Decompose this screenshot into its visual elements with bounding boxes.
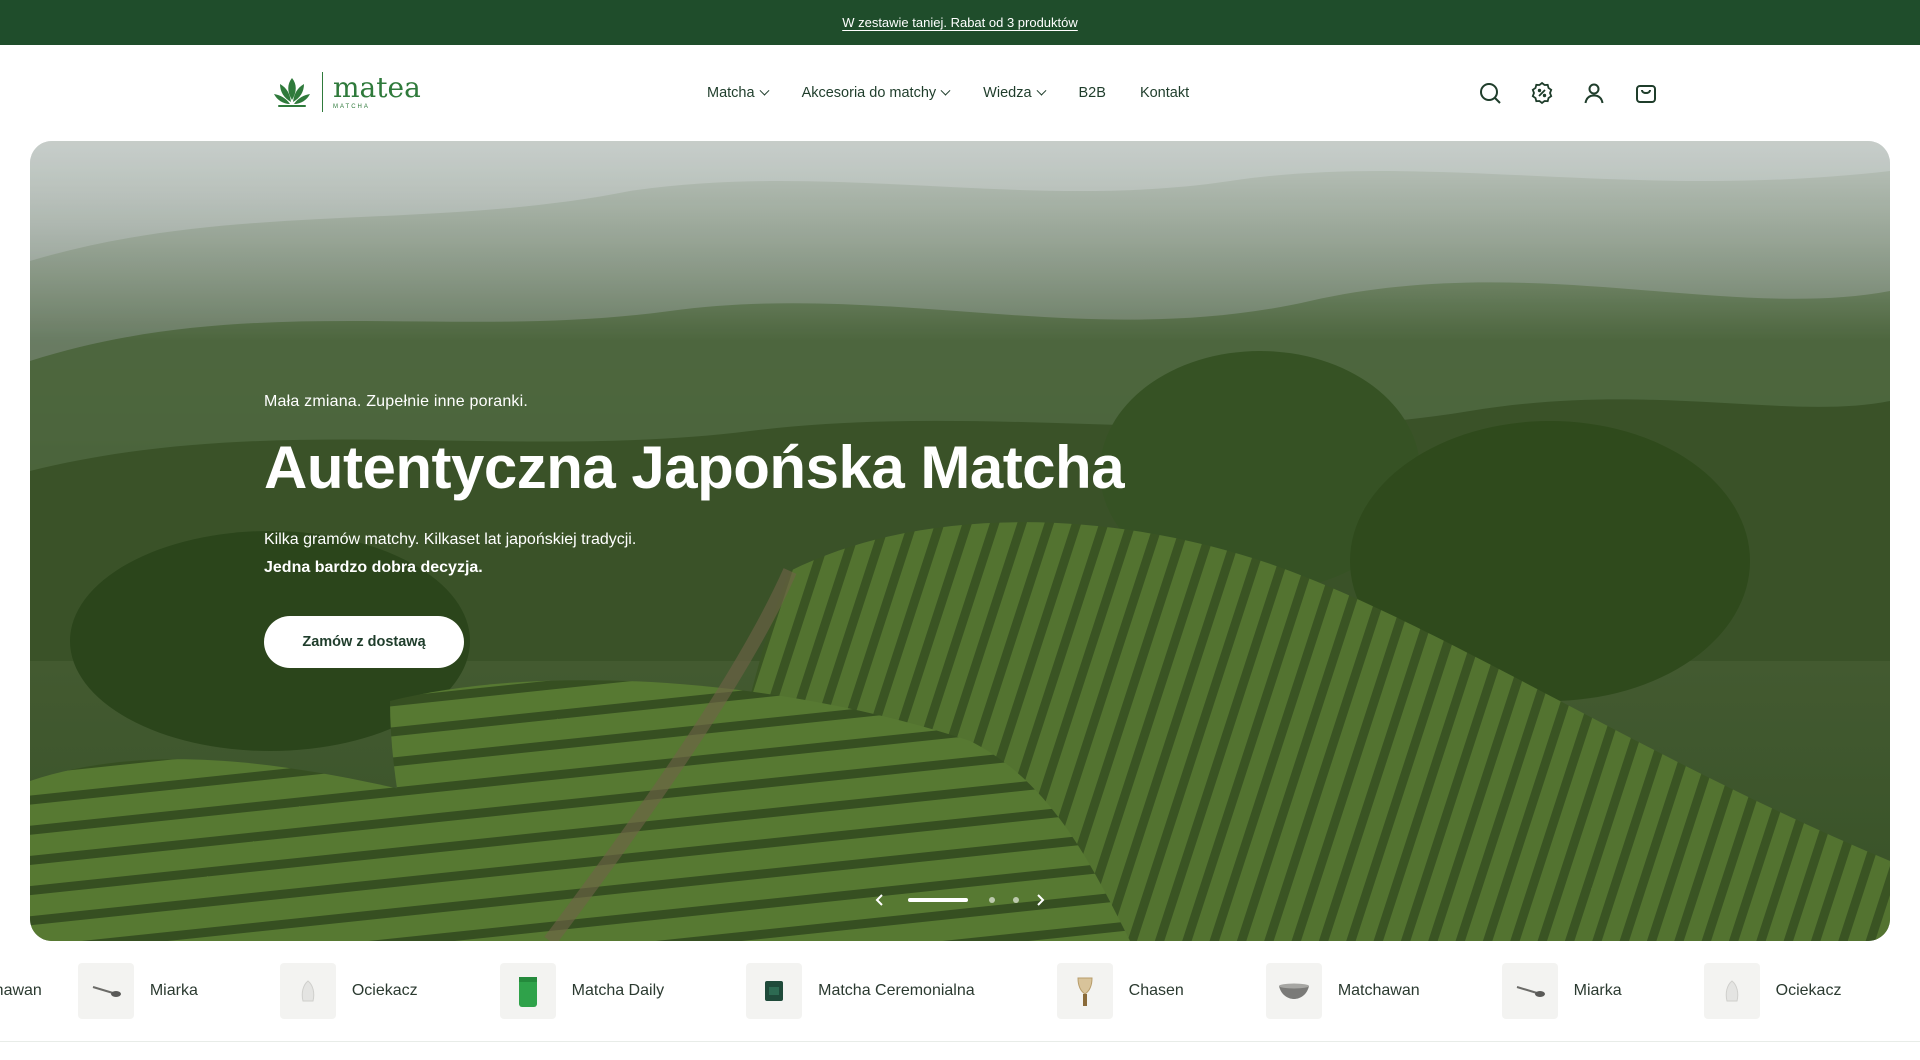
product-label: Matcha Ceremonialna (818, 982, 975, 999)
hero-description: Kilka gramów matchy. Kilkaset lat japońs… (264, 526, 1264, 582)
nav-item-wiedza[interactable]: Wiedza (983, 85, 1046, 101)
chevron-right-icon (1037, 894, 1045, 906)
logo-subtitle: MATCHA (333, 104, 370, 110)
product-label: Matchawan (1337, 982, 1420, 999)
nav-item-label: Matcha (707, 85, 755, 101)
next-slide-button[interactable] (1028, 888, 1052, 912)
product-item[interactable]: Matchawan (1265, 963, 1420, 1019)
product-label: Matchawan (0, 982, 42, 999)
logo[interactable]: matea MATCHA (272, 69, 421, 115)
product-label: Matcha Daily (571, 982, 665, 999)
product-item[interactable]: Miarka (77, 963, 198, 1019)
leaf-logo-icon (274, 78, 310, 107)
nav-item-matcha[interactable]: Matcha (707, 85, 770, 101)
slide-dot-active[interactable] (908, 898, 968, 902)
cart-button[interactable] (1631, 78, 1661, 108)
product-label: Miarka (149, 982, 198, 999)
hero-eyebrow: Mała zmiana. Zupełnie inne poranki. (264, 393, 529, 410)
announcement-link[interactable]: W zestawie taniej. Rabat od 3 produktów (842, 15, 1078, 30)
chevron-down-icon (759, 85, 770, 96)
nav-item-b2b[interactable]: B2B (1079, 85, 1106, 101)
site-header: matea MATCHA Matcha Akcesoria do matchy … (0, 45, 1920, 141)
discount-button[interactable] (1527, 78, 1557, 108)
search-icon (1480, 83, 1501, 104)
hero-text-line: Kilka gramów matchy. Kilkaset lat japońs… (264, 531, 637, 548)
chevron-down-icon (940, 85, 951, 96)
product-marquee: Matchawan Miarka Ociekacz Matcha Daily M… (0, 941, 1920, 1042)
prev-slide-button[interactable] (868, 888, 892, 912)
product-item[interactable]: Miarka (1501, 963, 1622, 1019)
product-item[interactable]: Chasen (1056, 963, 1184, 1019)
logo-separator (322, 72, 323, 112)
chevron-left-icon (875, 894, 883, 906)
cart-icon (1636, 85, 1656, 103)
product-item[interactable]: Matchawan (0, 963, 42, 1019)
product-label: Ociekacz (351, 982, 418, 999)
chevron-down-icon (1036, 85, 1046, 96)
product-label: Ociekacz (1775, 982, 1842, 999)
hero-banner: Mała zmiana. Zupełnie inne poranki. Aute… (30, 141, 1890, 941)
bowl-icon (1265, 963, 1322, 1019)
nav-item-label: Kontakt (1139, 85, 1190, 101)
scoop-icon (77, 963, 134, 1019)
product-label: Miarka (1573, 982, 1622, 999)
product-item[interactable]: Matcha Daily (499, 963, 665, 1019)
nav-item-akcesoria[interactable]: Akcesoria do matchy (801, 85, 951, 101)
hero-content: Mała zmiana. Zupełnie inne poranki. Aute… (264, 393, 1264, 668)
search-button[interactable] (1475, 78, 1505, 108)
nav-item-label: Akcesoria do matchy (801, 85, 937, 101)
whisk-holder-icon (279, 963, 336, 1019)
product-item[interactable]: Matcha Ceremonialna (746, 963, 975, 1019)
product-label: Chasen (1128, 982, 1184, 999)
discount-badge-icon (1531, 81, 1553, 105)
slide-dot[interactable] (1013, 897, 1019, 903)
whisk-holder-icon (1703, 963, 1760, 1019)
logo-text: matea MATCHA (333, 71, 421, 111)
header-icons (1475, 45, 1683, 141)
slider-controls (30, 888, 1890, 912)
announcement-bar: W zestawie taniej. Rabat od 3 produktów (0, 0, 1920, 45)
nav-item-label: Wiedza (983, 85, 1032, 101)
main-nav: Matcha Akcesoria do matchy Wiedza B2B Ko… (707, 45, 1223, 141)
nav-item-kontakt[interactable]: Kontakt (1140, 85, 1189, 101)
product-track: Matchawan Miarka Ociekacz Matcha Daily M… (0, 963, 1841, 1019)
logo-wordmark: matea (333, 71, 421, 104)
product-item[interactable]: Ociekacz (1703, 963, 1842, 1019)
scoop-icon (1501, 963, 1558, 1019)
green-pouch-icon (499, 963, 556, 1019)
account-icon (1584, 83, 1604, 104)
hero-title: Autentyczna Japońska Matcha (264, 434, 1125, 501)
nav-item-label: B2B (1078, 85, 1106, 101)
order-button[interactable]: Zamów z dostawą (264, 616, 464, 668)
hero-text-strong: Jedna bardzo dobra decyzja. (264, 559, 483, 576)
account-button[interactable] (1579, 78, 1609, 108)
whisk-icon (1056, 963, 1113, 1019)
dark-tin-icon (746, 963, 803, 1019)
product-item[interactable]: Ociekacz (279, 963, 418, 1019)
slide-dot[interactable] (989, 897, 995, 903)
